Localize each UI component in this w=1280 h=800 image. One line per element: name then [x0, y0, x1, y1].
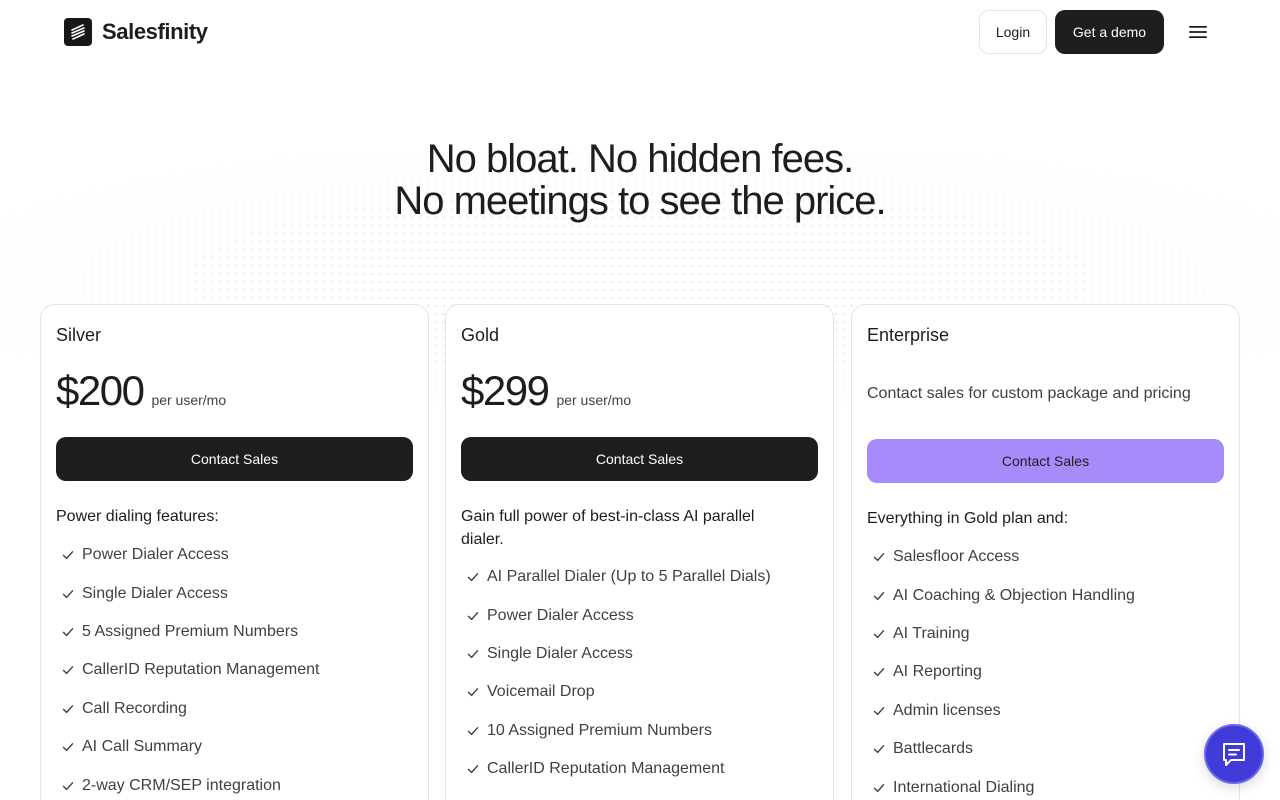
feature-item: Call Recording — [56, 690, 319, 728]
check-icon — [871, 588, 887, 604]
feature-item: AI Training — [867, 615, 1135, 653]
feature-label: CallerID Reputation Management — [487, 760, 725, 778]
check-icon — [60, 586, 76, 602]
feature-label: Power Dialer Access — [487, 606, 634, 624]
contact-sales-button[interactable]: Contact Sales — [56, 437, 413, 481]
feature-item: Power Dialer Access — [461, 596, 771, 634]
plan-card-enterprise: Enterprise Contact sales for custom pack… — [851, 304, 1240, 800]
feature-label: Power Dialer Access — [82, 546, 229, 564]
feature-label: Single Dialer Access — [82, 584, 228, 602]
brand-logo-link[interactable]: Salesfinity — [64, 18, 208, 46]
login-button[interactable]: Login — [979, 10, 1047, 54]
price-row: $299 per user/mo — [461, 367, 631, 415]
price-row: $200 per user/mo — [56, 367, 226, 415]
feature-label: 10 Assigned Premium Numbers — [487, 721, 712, 739]
feature-label: CallerID Reputation Management — [82, 661, 320, 679]
feature-label: AI Coaching & Objection Handling — [893, 586, 1135, 604]
feature-item: Voicemail Drop — [461, 673, 771, 711]
feature-label: AI Call Summary — [82, 738, 203, 756]
check-icon — [465, 646, 481, 662]
feature-item: Admin licenses — [867, 692, 1135, 730]
feature-item: CallerID Reputation Management — [461, 750, 771, 788]
feature-label: Single Dialer Access — [487, 644, 633, 662]
feature-item: Battlecards — [867, 730, 1135, 768]
contact-sales-button[interactable]: Contact Sales — [867, 439, 1224, 483]
check-icon — [871, 664, 887, 680]
site-header: Salesfinity Login Get a demo — [0, 0, 1280, 64]
feature-item: AI Coaching & Objection Handling — [867, 576, 1135, 614]
check-icon — [465, 723, 481, 739]
feature-item: International Dialing — [867, 768, 1135, 800]
feature-label: 5 Assigned Premium Numbers — [82, 622, 299, 640]
plan-intro: Power dialing features: — [56, 508, 219, 525]
check-icon — [871, 741, 887, 757]
feature-item: AI Call Summary — [56, 728, 319, 766]
check-icon — [465, 684, 481, 700]
check-icon — [871, 703, 887, 719]
feature-list: Power Dialer Access Single Dialer Access… — [56, 536, 319, 800]
check-icon — [60, 778, 76, 794]
plan-intro: Gain full power of best-in-class AI para… — [461, 508, 755, 548]
feature-label: AI Parallel Dialer (Up to 5 Parallel Dia… — [487, 568, 771, 586]
hero-heading: No bloat. No hidden fees. No meetings to… — [0, 138, 1280, 222]
plan-price: $200 — [56, 367, 145, 414]
hamburger-menu-icon[interactable] — [1186, 20, 1210, 44]
plan-price: $299 — [461, 367, 550, 414]
feature-label: Battlecards — [893, 740, 974, 758]
feature-label: Voicemail Drop — [487, 683, 595, 701]
feature-item: Power Dialer Access — [56, 536, 319, 574]
feature-label: AI Reporting — [893, 663, 982, 681]
feature-label: International Dialing — [893, 778, 1035, 796]
plan-card-gold: Gold $299 per user/mo Contact Sales Gain… — [445, 304, 834, 800]
feature-label: Admin licenses — [893, 701, 1001, 719]
custom-pricing-note: Contact sales for custom package and pri… — [867, 385, 1191, 402]
hero-heading-line-2: No meetings to see the price. — [394, 179, 886, 223]
feature-item: CallerID Reputation Management — [56, 651, 319, 689]
feature-item: 10 Assigned Premium Numbers — [461, 712, 771, 750]
feature-label: AI Training — [893, 624, 970, 642]
check-icon — [60, 547, 76, 563]
get-a-demo-button[interactable]: Get a demo — [1055, 10, 1164, 54]
feature-list: AI Parallel Dialer (Up to 5 Parallel Dia… — [461, 558, 771, 788]
feature-item: 5 Assigned Premium Numbers — [56, 613, 319, 651]
plan-intro: Everything in Gold plan and: — [867, 510, 1069, 527]
plan-card-silver: Silver $200 per user/mo Contact Sales Po… — [40, 304, 429, 800]
check-icon — [871, 549, 887, 565]
check-icon — [871, 626, 887, 642]
check-icon — [465, 569, 481, 585]
feature-item: AI Parallel Dialer (Up to 5 Parallel Dia… — [461, 558, 771, 596]
plan-name: Enterprise — [867, 325, 950, 345]
feature-label: Salesfloor Access — [893, 548, 1020, 566]
chat-bubble-icon[interactable] — [1204, 724, 1264, 784]
hero-heading-line-1: No bloat. No hidden fees. — [426, 137, 854, 181]
check-icon — [60, 624, 76, 640]
check-icon — [60, 701, 76, 717]
feature-item: 2-way CRM/SEP integration — [56, 766, 319, 800]
feature-label: Call Recording — [82, 699, 187, 717]
feature-list: Salesfloor Access AI Coaching & Objectio… — [867, 538, 1135, 800]
plan-name: Silver — [56, 325, 102, 345]
check-icon — [60, 739, 76, 755]
check-icon — [871, 780, 887, 796]
plan-name: Gold — [461, 325, 500, 345]
feature-item: Single Dialer Access — [461, 635, 771, 673]
salesfinity-logo-icon — [64, 18, 92, 46]
brand-name: Salesfinity — [102, 19, 208, 44]
price-unit: per user/mo — [151, 392, 227, 408]
contact-sales-button[interactable]: Contact Sales — [461, 437, 818, 481]
feature-label: 2-way CRM/SEP integration — [82, 776, 281, 794]
check-icon — [465, 761, 481, 777]
feature-item: Single Dialer Access — [56, 574, 319, 612]
price-unit: per user/mo — [556, 392, 632, 408]
check-icon — [465, 608, 481, 624]
pricing-hero: No bloat. No hidden fees. No meetings to… — [0, 138, 1280, 222]
check-icon — [60, 662, 76, 678]
feature-item: AI Reporting — [867, 653, 1135, 691]
feature-item: Salesfloor Access — [867, 538, 1135, 576]
